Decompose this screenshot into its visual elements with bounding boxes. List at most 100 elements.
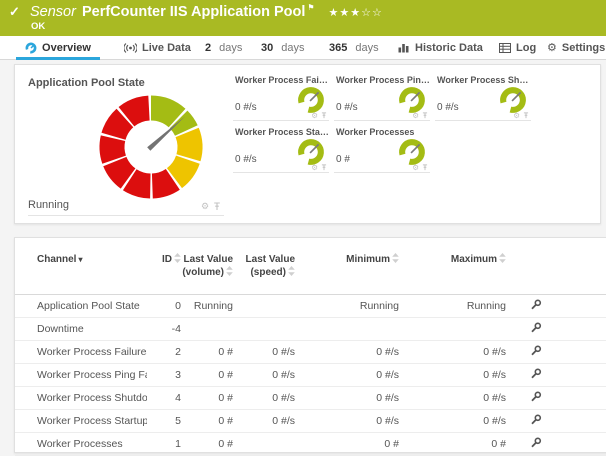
main-gauge (96, 92, 206, 202)
channel-settings-button[interactable] (530, 437, 542, 449)
tab-live-data[interactable]: Live Data (124, 36, 191, 59)
channel-name: Worker Process Ping Fa... (37, 369, 147, 381)
tab-overview[interactable]: Overview (16, 36, 100, 59)
channel-actions-cell (506, 322, 566, 337)
maximum-value: 0 #/s (399, 369, 506, 381)
priority-stars[interactable]: ★★★☆☆ (329, 7, 383, 19)
tab-365-days[interactable]: 365days (329, 36, 379, 59)
status-check-icon: ✓ (9, 4, 20, 20)
mini-gauge-footer-icons: ⚙ (311, 164, 327, 172)
minimum-value: 0 #/s (295, 392, 399, 404)
gear-icon[interactable]: ⚙ (412, 164, 419, 172)
channel-name: Downtime (37, 323, 147, 335)
channel-name: Worker Process Shutdo... (37, 392, 147, 404)
column-header-channel[interactable]: Channel▾ (37, 253, 147, 266)
mini-gauge-footer-icons: ⚙ (513, 112, 529, 120)
mini-gauge-footer-icons: ⚙ (412, 112, 428, 120)
table-row[interactable]: Worker Process Ping Fa...30 #0 #/s0 #/s0… (15, 364, 606, 387)
tab-30-days[interactable]: 30days (261, 36, 305, 59)
channel-settings-button[interactable] (530, 414, 542, 426)
gear-icon[interactable]: ⚙ (513, 112, 520, 120)
main-gauge-value: Running (28, 199, 69, 211)
log-table-icon (499, 43, 511, 53)
channel-id: 0 (147, 300, 181, 312)
tab-2-days[interactable]: 2days (205, 36, 242, 59)
last-value-volume: 0 # (181, 415, 233, 427)
divider (28, 215, 224, 216)
channel-settings-button[interactable] (530, 368, 542, 380)
table-row[interactable]: Worker Process Startup...50 #0 #/s0 #/s0… (15, 410, 606, 433)
last-value-speed: 0 #/s (233, 392, 295, 404)
gear-icon[interactable]: ⚙ (311, 164, 318, 172)
pin-icon[interactable] (321, 164, 327, 171)
channel-name: Application Pool State (37, 300, 147, 312)
mini-gauge-footer-icons: ⚙ (311, 112, 327, 120)
mini-gauge-title: Worker Process Startup Failu... (235, 127, 329, 137)
table-row[interactable]: Worker Process Failures20 #0 #/s0 #/s0 #… (15, 341, 606, 364)
pin-icon[interactable] (422, 112, 428, 119)
table-header-row: Channel▾ ID Last Value (volume) Last Val… (15, 238, 606, 295)
minimum-value: Running (295, 300, 399, 312)
mini-gauge-value: 0 #/s (235, 102, 257, 113)
maximum-value: Running (399, 300, 506, 312)
wrench-icon (530, 437, 542, 449)
column-header-id[interactable]: ID (147, 253, 181, 266)
minimum-value: 0 #/s (295, 346, 399, 358)
minimum-value: 0 # (295, 438, 399, 450)
mini-gauge-panel: Worker Process Failures0 #/s⚙ (233, 75, 329, 121)
wrench-icon (530, 299, 542, 311)
minimum-value: 0 #/s (295, 369, 399, 381)
channel-id: 4 (147, 392, 181, 404)
channel-settings-button[interactable] (530, 391, 542, 403)
column-header-maximum[interactable]: Maximum (399, 253, 506, 266)
channel-name: Worker Process Startup... (37, 415, 147, 427)
object-kind-label: Sensor (30, 4, 76, 20)
table-row[interactable]: Worker Process Shutdo...40 #0 #/s0 #/s0 … (15, 387, 606, 410)
channel-settings-button[interactable] (530, 345, 542, 357)
mini-gauge-title: Worker Process Ping Failures (336, 75, 430, 85)
mini-gauge-panel: Worker Process Ping Failures 0 #/s ⚙ (334, 75, 430, 121)
column-header-last-value-speed[interactable]: Last Value (speed) (233, 253, 295, 279)
pin-icon[interactable] (422, 164, 428, 171)
tab-historic-data[interactable]: Historic Data (398, 36, 483, 59)
sensor-header: ✓ SensorPerfCounter IIS Application Pool… (0, 0, 606, 36)
main-gauge-footer-icons: ⚙ (201, 202, 221, 211)
gear-icon[interactable]: ⚙ (311, 112, 318, 120)
channel-actions-cell (506, 414, 566, 429)
channel-actions-cell (506, 391, 566, 406)
last-value-speed: 0 #/s (233, 415, 295, 427)
channel-id: -4 (147, 323, 181, 335)
gear-icon[interactable]: ⚙ (412, 112, 419, 120)
mini-gauge-value: 0 #/s (336, 102, 358, 113)
last-value-speed: 0 #/s (233, 369, 295, 381)
sort-icon (288, 266, 295, 276)
status-badge: OK (31, 21, 45, 32)
pin-icon[interactable] (523, 112, 529, 119)
tab-settings[interactable]: ⚙ Settings (547, 36, 605, 59)
mini-gauge-footer-icons: ⚙ (412, 164, 428, 172)
mini-gauge-panel: Worker Process Shutdown Fa...0 #/s⚙ (435, 75, 531, 121)
tab-log[interactable]: Log (499, 36, 536, 59)
bar-chart-icon (398, 43, 410, 53)
last-value-volume: Running (181, 300, 233, 312)
channel-settings-button[interactable] (530, 299, 542, 311)
wrench-icon (530, 322, 542, 334)
table-row[interactable]: Worker Processes10 #0 #0 # (15, 433, 606, 456)
sensor-title-line: SensorPerfCounter IIS Application Pool⚑★… (30, 3, 383, 20)
flag-icon: ⚑ (307, 3, 314, 12)
channel-settings-button[interactable] (530, 322, 542, 334)
table-row[interactable]: Application Pool State0RunningRunningRun… (15, 295, 606, 318)
gear-icon[interactable]: ⚙ (201, 202, 209, 211)
maximum-value: 0 #/s (399, 346, 506, 358)
gear-icon: ⚙ (547, 41, 557, 54)
table-row[interactable]: Downtime-4 (15, 318, 606, 341)
pin-icon[interactable] (213, 202, 221, 211)
mini-gauge-value: 0 #/s (235, 154, 257, 165)
channel-id: 5 (147, 415, 181, 427)
column-header-last-value-volume[interactable]: Last Value (volume) (181, 253, 233, 279)
channel-name: Worker Processes (37, 438, 147, 450)
pin-icon[interactable] (321, 112, 327, 119)
sort-icon (174, 253, 181, 263)
column-header-minimum[interactable]: Minimum (295, 253, 399, 266)
table-body: Application Pool State0RunningRunningRun… (15, 295, 606, 456)
